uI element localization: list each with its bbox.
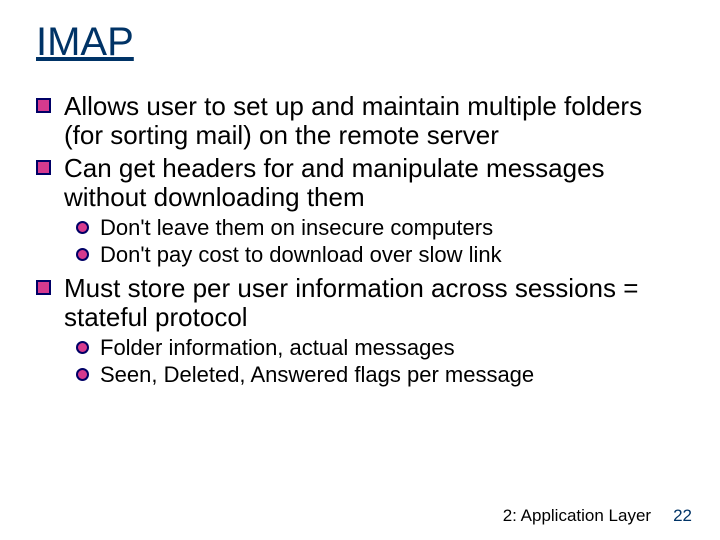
bullet-text: Can get headers for and manipulate messa…: [64, 154, 684, 212]
square-bullet-icon: [36, 274, 64, 295]
sub-bullet-text: Don't pay cost to download over slow lin…: [100, 243, 684, 268]
bullet-level1: Must store per user information across s…: [36, 274, 684, 332]
circle-bullet-icon: [76, 363, 100, 381]
footer-section: 2: Application Layer: [503, 506, 651, 526]
bullet-level1: Allows user to set up and maintain multi…: [36, 92, 684, 150]
page-number: 22: [673, 506, 692, 526]
sub-bullet-group: Folder information, actual messages Seen…: [76, 336, 684, 387]
bullet-text: Allows user to set up and maintain multi…: [64, 92, 684, 150]
sub-bullet-text: Don't leave them on insecure computers: [100, 216, 684, 241]
bullet-level2: Folder information, actual messages: [76, 336, 684, 361]
slide-footer: 2: Application Layer 22: [503, 506, 692, 526]
square-bullet-icon: [36, 92, 64, 113]
circle-bullet-icon: [76, 336, 100, 354]
slide-title: IMAP: [36, 20, 684, 64]
square-bullet-icon: [36, 154, 64, 175]
bullet-level1: Can get headers for and manipulate messa…: [36, 154, 684, 212]
slide-body: Allows user to set up and maintain multi…: [36, 92, 684, 387]
bullet-level2: Don't pay cost to download over slow lin…: [76, 243, 684, 268]
bullet-text: Must store per user information across s…: [64, 274, 684, 332]
sub-bullet-group: Don't leave them on insecure computers D…: [76, 216, 684, 267]
bullet-level2: Don't leave them on insecure computers: [76, 216, 684, 241]
circle-bullet-icon: [76, 243, 100, 261]
circle-bullet-icon: [76, 216, 100, 234]
bullet-level2: Seen, Deleted, Answered flags per messag…: [76, 363, 684, 388]
sub-bullet-text: Folder information, actual messages: [100, 336, 684, 361]
sub-bullet-text: Seen, Deleted, Answered flags per messag…: [100, 363, 684, 388]
slide: IMAP Allows user to set up and maintain …: [0, 0, 720, 540]
